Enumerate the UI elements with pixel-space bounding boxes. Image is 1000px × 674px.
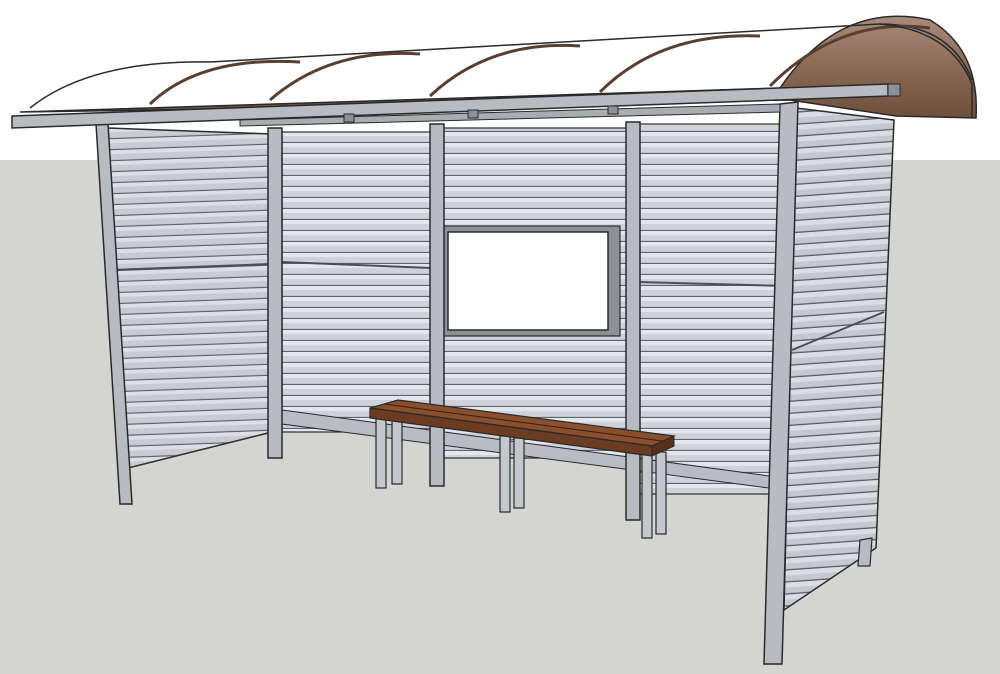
right-panel-back-post (857, 537, 873, 567)
post-back-3 (625, 121, 641, 521)
bench-leg (391, 417, 403, 485)
bench-leg (499, 435, 511, 513)
back-panel-1 (281, 131, 433, 433)
bus-shelter-scene (0, 0, 1000, 674)
bench-leg (375, 413, 387, 489)
post-back-2 (429, 123, 445, 487)
notice-board (439, 225, 621, 337)
left-side-panel (107, 127, 273, 471)
bench-leg (655, 451, 667, 535)
bench-leg (641, 449, 653, 539)
post-back-1 (267, 127, 283, 459)
bench-leg (513, 437, 525, 509)
